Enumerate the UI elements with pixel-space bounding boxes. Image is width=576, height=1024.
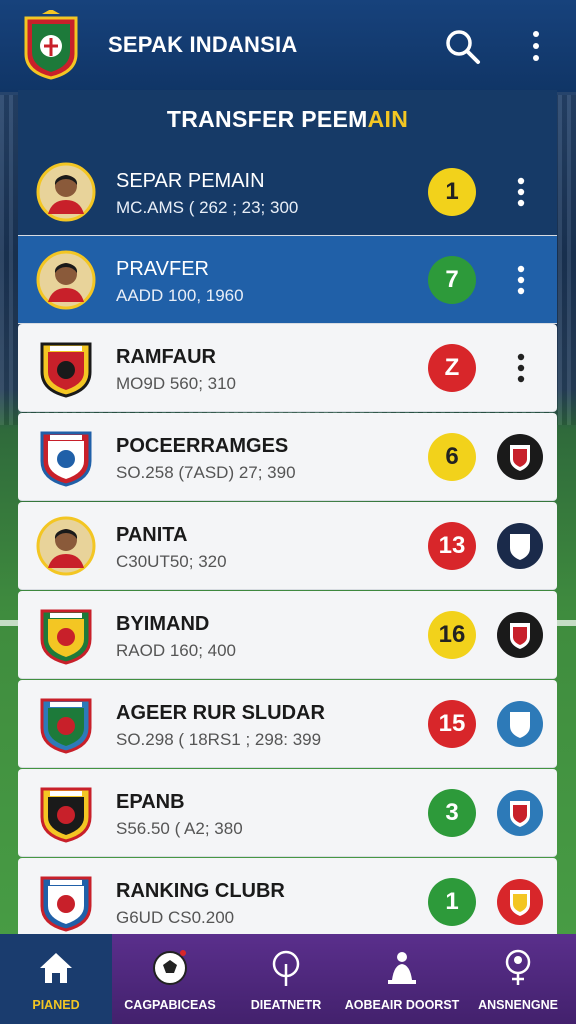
transfer-panel: TRANSFER PEEMAIN SEPAR PEMAIN MC.AMS ( 26… [18,90,557,946]
player-photo [36,516,96,576]
row-name: RAMFAUR [116,346,216,368]
row-name: SEPAR PEMAIN [116,170,265,192]
more-vertical-icon[interactable] [524,28,548,64]
section-title-main: TRANSFER PEEM [166,106,368,132]
transfer-row[interactable]: SEPAR PEMAIN MC.AMS ( 262 ; 23; 300 1 [18,148,557,236]
transfer-row[interactable]: RAMFAUR MO9D 560; 310 Z [18,324,557,412]
section-title: TRANSFER PEEMAIN [18,90,557,148]
rank-badge: 7 [428,256,476,304]
row-details: C30UT50; 320 [116,552,227,571]
row-name: BYIMAND [116,613,210,635]
location-pin-icon [266,948,306,988]
player-photo [36,162,96,222]
club-crest-icon [36,605,96,665]
club-badge-icon [496,611,544,659]
row-name: POCEERRAMGES [116,435,289,457]
transfer-list: SEPAR PEMAIN MC.AMS ( 262 ; 23; 300 1 PRAVF… [18,148,557,946]
row-name: EPANB [116,791,185,813]
row-more-icon[interactable] [508,176,534,208]
row-more-icon[interactable] [508,264,534,296]
user-badge-icon [498,948,538,988]
club-crest-icon [36,872,96,932]
nav-item-home[interactable]: PIANED [0,934,112,1024]
row-details: G6UD CS0.200 [116,908,235,927]
search-icon[interactable] [442,26,482,66]
row-details: S56.50 ( A2; 380 [116,819,243,838]
nav-item-location-pin[interactable]: DIEATNETR [228,934,344,1024]
nav-item-player[interactable]: AOBEAIR DOORST [344,934,460,1024]
section-title-accent: AIN [367,106,409,132]
rank-badge: Z [428,344,476,392]
player-photo [36,250,96,310]
row-details: RAOD 160; 400 [116,641,237,660]
club-crest-icon [36,783,96,843]
row-name: AGEER RUR SLUDAR [116,702,325,724]
club-badge-icon [496,878,544,926]
row-details: MO9D 560; 310 [116,374,237,393]
app-header: SEPAK INDANSIA [0,0,576,92]
player-icon [382,948,422,988]
rank-badge: 1 [428,878,476,926]
row-details: AADD 100, 1960 [116,286,244,305]
transfer-row[interactable]: PRAVFER AADD 100, 1960 7 [18,236,557,324]
row-details: MC.AMS ( 262 ; 23; 300 [116,198,299,217]
app-title: SEPAK INDANSIA [108,32,298,57]
nav-label: AOBEAIR DOORST [344,998,460,1012]
club-badge-icon [496,433,544,481]
nav-label: DIEATNETR [250,998,322,1012]
row-name: PANITA [116,524,188,546]
rank-badge: 1 [428,168,476,216]
club-crest-icon [36,694,96,754]
row-details: SO.298 ( 18RS1 ; 298: 399 [116,730,322,749]
nav-item-user-badge[interactable]: ANSNENGNE [460,934,576,1024]
nav-label: PIANED [32,998,80,1012]
row-name: RANKING CLUBR [116,880,285,902]
club-badge-icon [496,700,544,748]
home-icon [36,948,76,988]
club-badge-icon [496,522,544,570]
nav-label: ANSNENGNE [478,998,558,1012]
rank-badge: 6 [428,433,476,481]
row-name: PRAVFER [116,258,209,280]
row-more-icon[interactable] [508,352,534,384]
transfer-row[interactable]: BYIMAND RAOD 160; 400 16 [18,591,557,679]
transfer-row[interactable]: EPANB S56.50 ( A2; 380 3 [18,769,557,857]
rank-badge: 15 [428,700,476,748]
soccer-ball-icon [150,948,190,988]
club-crest-logo[interactable] [22,10,80,80]
rank-badge: 3 [428,789,476,837]
club-badge-icon [496,789,544,837]
transfer-row[interactable]: PANITA C30UT50; 320 13 [18,502,557,590]
nav-label: CAGPABICEAS [124,998,216,1012]
rank-badge: 13 [428,522,476,570]
nav-item-soccer-ball[interactable]: CAGPABICEAS [112,934,228,1024]
club-crest-icon [36,338,96,398]
rank-badge: 16 [428,611,476,659]
transfer-row[interactable]: AGEER RUR SLUDAR SO.298 ( 18RS1 ; 298: 39… [18,680,557,768]
club-crest-icon [36,427,96,487]
transfer-row[interactable]: RANKING CLUBR G6UD CS0.200 1 [18,858,557,946]
transfer-row[interactable]: POCEERRAMGES SO.258 (7ASD) 27; 390 6 [18,413,557,501]
row-details: SO.258 (7ASD) 27; 390 [116,463,296,482]
bottom-nav: PIANED CAGPABICEAS DIEATNETR AOBEAIR DOORST… [0,934,576,1024]
